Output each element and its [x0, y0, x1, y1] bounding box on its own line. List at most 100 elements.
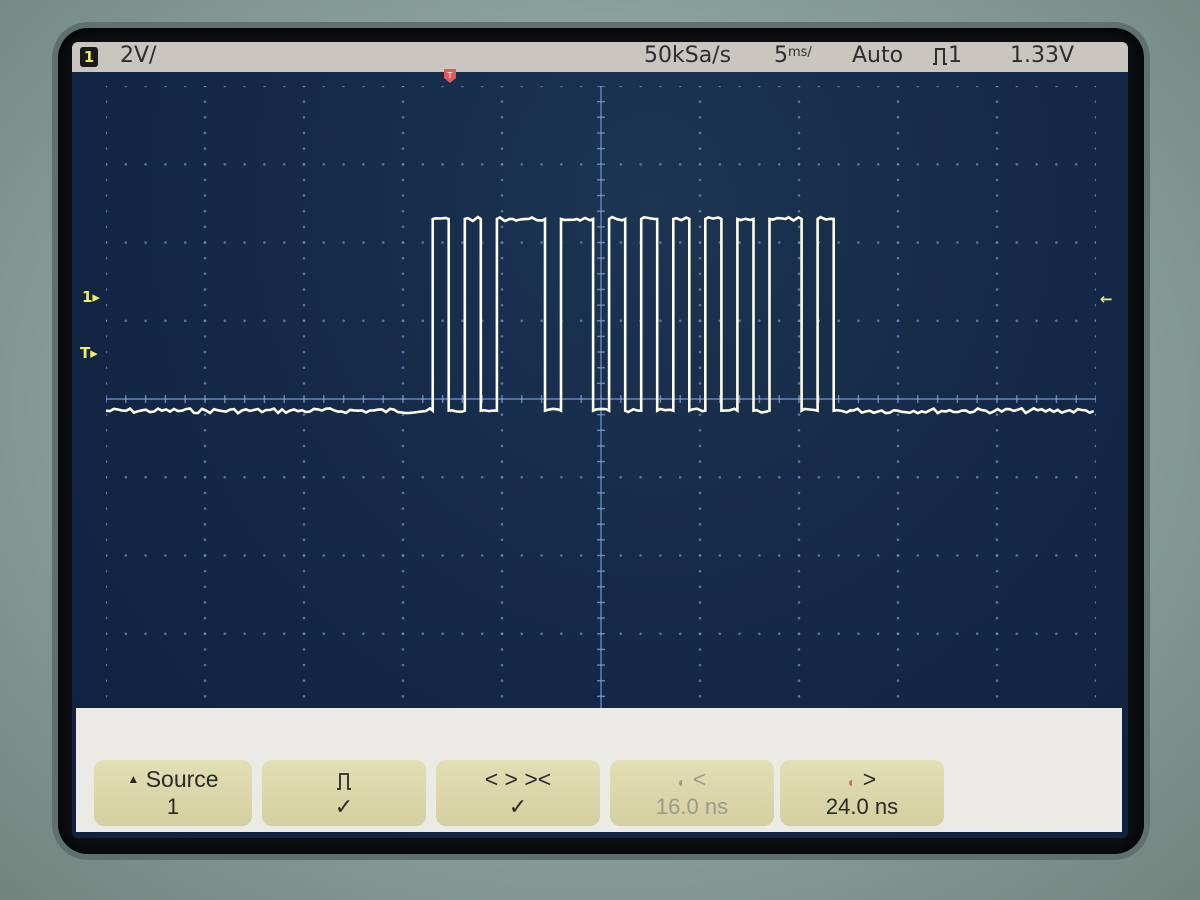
graticule-dot [896, 460, 900, 463]
graticule-dot [1035, 241, 1038, 244]
graticule-dot [956, 241, 959, 244]
graticule-dot [797, 288, 801, 291]
graticule-dot [995, 288, 999, 291]
graticule-dot [916, 241, 920, 244]
graticule-dot [223, 475, 227, 479]
graticule-dot [401, 86, 405, 88]
graticule-dot [1094, 444, 1096, 448]
graticule-dot [500, 319, 504, 323]
graticule-dot [183, 475, 187, 479]
polarity-softkey[interactable]: ✓ [262, 760, 426, 826]
graticule-dot [738, 86, 741, 88]
graticule-dot [282, 319, 286, 323]
graticule-dot [956, 554, 959, 557]
graticule-dot [896, 491, 900, 495]
graticule-dot [698, 256, 702, 260]
graticule-dot [797, 194, 801, 197]
graticule-dot [995, 319, 999, 323]
graticule-dot [619, 86, 623, 88]
graticule-dot [797, 86, 801, 88]
graticule-dot [381, 632, 385, 636]
graticule-dot [1055, 241, 1058, 244]
graticule-dot [144, 554, 147, 557]
graticule-dot [421, 475, 425, 479]
graticule-dot [956, 86, 959, 88]
graticule-dot [698, 319, 702, 323]
graticule-dot [698, 209, 702, 213]
source-softkey[interactable]: ▲ Source 1 [94, 760, 252, 826]
graticule-dot [936, 319, 939, 323]
graticule-dot [203, 507, 207, 510]
graticule-dot [302, 429, 306, 432]
graticule-dot [659, 554, 662, 557]
graticule-dot [619, 241, 623, 244]
graticule-dot [381, 162, 385, 166]
graticule-dot [322, 86, 326, 88]
graticule-dot [342, 86, 345, 88]
graticule-dot [936, 241, 939, 244]
graticule-dot [718, 554, 722, 557]
graticule-dot [758, 319, 761, 323]
graticule-dot [995, 522, 999, 526]
graticule-dot [995, 272, 999, 276]
graticule-dot [896, 100, 900, 103]
graticule-dot [1094, 382, 1096, 385]
graticule-dot [401, 319, 405, 323]
graticule-dot [302, 366, 306, 370]
graticule-dot [797, 429, 801, 432]
graticule-dot [797, 116, 801, 119]
graticule-dot [500, 350, 504, 354]
graticule-dot [144, 86, 147, 88]
graticule-dot [1094, 601, 1096, 604]
graticule-dot [500, 632, 504, 636]
graticule-dot [441, 241, 444, 244]
graticule-dot [500, 616, 504, 620]
graticule-dot [1094, 632, 1096, 636]
graticule-dot [302, 178, 306, 182]
graticule-dot [995, 491, 999, 495]
graticule-dot [758, 86, 761, 88]
svg-text:T: T [447, 71, 453, 80]
graticule-dot [698, 147, 702, 150]
graticule-dot [896, 241, 900, 244]
graticule-dot [857, 162, 860, 166]
graticule-dot [896, 256, 900, 260]
graticule-dot [1094, 554, 1096, 557]
graticule-dot [560, 632, 563, 636]
graticule-dot [480, 632, 484, 636]
graticule-dot [106, 444, 108, 448]
graticule-dot [975, 475, 979, 479]
graticule-dot [797, 100, 801, 103]
qualifier-softkey[interactable]: < > >< ✓ [436, 760, 600, 826]
lower-limit-softkey[interactable]: ◐ < 16.0 ns [610, 760, 774, 826]
graticule-dot [995, 444, 999, 448]
graticule-dot [203, 366, 207, 370]
polarity-check-icon: ✓ [334, 794, 354, 819]
graticule-dot [777, 241, 781, 244]
graticule-dot [342, 475, 345, 479]
channel-ground-marker[interactable]: 1▸ [82, 288, 100, 306]
graticule-dot [896, 303, 900, 307]
trigger-level-marker[interactable]: T▸ [80, 344, 98, 362]
graticule-dot [678, 632, 682, 636]
graticule-dot [797, 444, 801, 448]
graticule-dot [1055, 86, 1058, 88]
graticule-dot [678, 241, 682, 244]
graticule-dot [1094, 413, 1096, 416]
graticule-dot [302, 695, 306, 698]
graticule-dot [520, 86, 524, 88]
graticule-dot [441, 162, 444, 166]
graticule-dot [738, 162, 741, 166]
graticule-dot [995, 335, 999, 338]
graticule-dot [302, 272, 306, 276]
graticule-dot [183, 162, 187, 166]
graticule-dot [1094, 663, 1096, 667]
graticule-dot [639, 632, 642, 636]
trigger-position-marker[interactable]: T [443, 68, 457, 84]
graticule-dot [322, 241, 326, 244]
graticule-dot [1094, 272, 1096, 276]
graticule-dot [1015, 86, 1019, 88]
graticule-dot [500, 303, 504, 307]
graticule-dot [342, 632, 345, 636]
upper-limit-softkey[interactable]: ◐ > 24.0 ns [780, 760, 944, 826]
